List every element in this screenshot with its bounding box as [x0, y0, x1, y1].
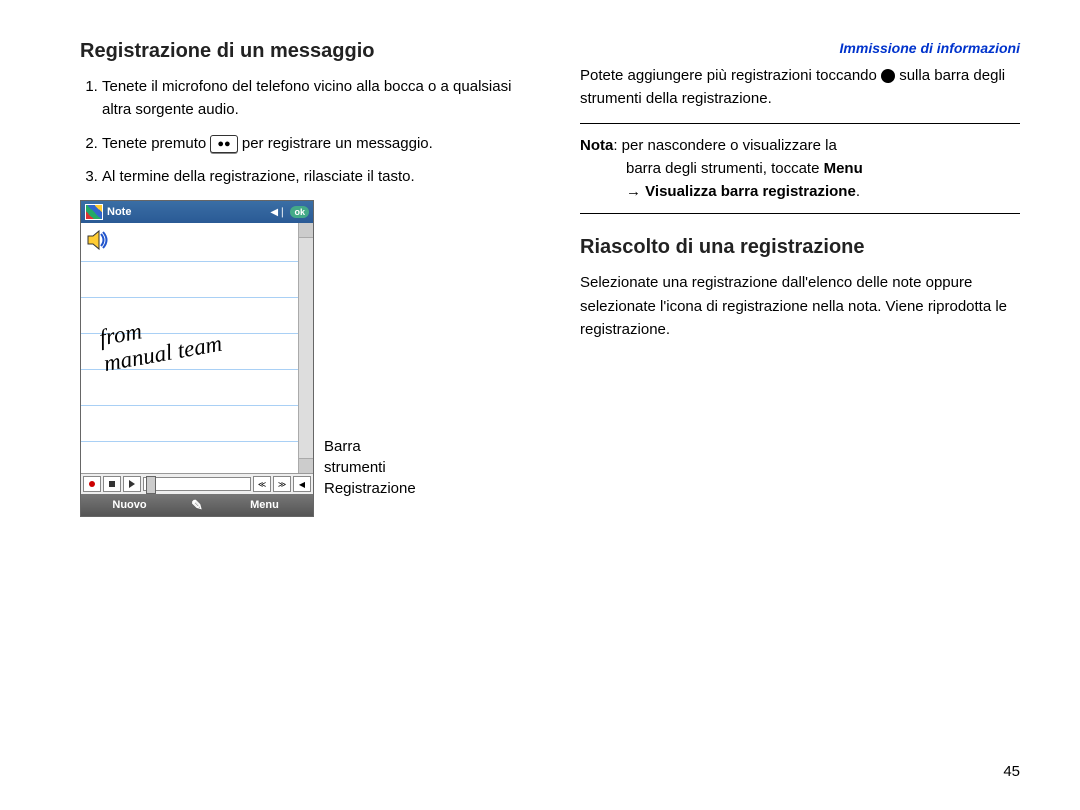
pda-title: Note: [107, 206, 270, 218]
recording-toolbar: ≪ ≫ ◀: [81, 473, 313, 494]
left-column: Registrazione di un messaggio Tenete il …: [80, 40, 520, 517]
heading-playback: Riascolto di una registrazione: [580, 236, 1020, 259]
note-block: Nota: per nascondere o visualizzare la b…: [580, 123, 1020, 215]
pda-softkey-bar: Nuovo ✎ Menu: [81, 494, 313, 516]
windows-flag-icon: [85, 204, 103, 220]
screenshot-caption: Barra strumenti Registrazione: [324, 436, 416, 517]
handwriting: from manual team: [97, 305, 224, 377]
softkey-new: Nuovo: [81, 499, 178, 511]
volume-button-icon: ◀: [293, 476, 311, 492]
heading-record-message: Registrazione di un messaggio: [80, 40, 520, 63]
step-2: Tenete premuto ●● per registrare un mess…: [102, 132, 520, 155]
record-key-icon: ●●: [210, 135, 237, 153]
page-number: 45: [1003, 763, 1020, 780]
record-dot-icon: [881, 69, 895, 83]
stop-button-icon: [103, 476, 121, 492]
step-1: Tenete il microfono del telefono vicino …: [102, 75, 520, 122]
volume-icon: ◀❘: [270, 207, 286, 218]
softkey-draw-icon: ✎: [178, 497, 216, 514]
recording-icon: [87, 229, 111, 251]
play-button-icon: [123, 476, 141, 492]
softkey-menu: Menu: [216, 499, 313, 511]
pda-ok-badge: ok: [290, 206, 309, 218]
prev-button-icon: ≪: [253, 476, 271, 492]
playback-slider: [143, 477, 251, 491]
adding-recordings-para: Potete aggiungere più registrazioni tocc…: [580, 64, 1020, 111]
record-button-icon: [83, 476, 101, 492]
step-3: Al termine della registrazione, rilascia…: [102, 165, 520, 188]
next-button-icon: ≫: [273, 476, 291, 492]
section-breadcrumb: Immissione di informazioni: [580, 40, 1020, 56]
right-column: Immissione di informazioni Potete aggiun…: [580, 40, 1020, 517]
playback-para: Selezionate una registrazione dall'elenc…: [580, 271, 1020, 341]
steps-list: Tenete il microfono del telefono vicino …: [80, 75, 520, 188]
pda-titlebar: Note ◀❘ ok: [81, 201, 313, 223]
pda-note-canvas: from manual team: [81, 223, 313, 473]
pda-screenshot: Note ◀❘ ok f: [80, 200, 314, 517]
pda-scrollbar: [298, 223, 313, 473]
